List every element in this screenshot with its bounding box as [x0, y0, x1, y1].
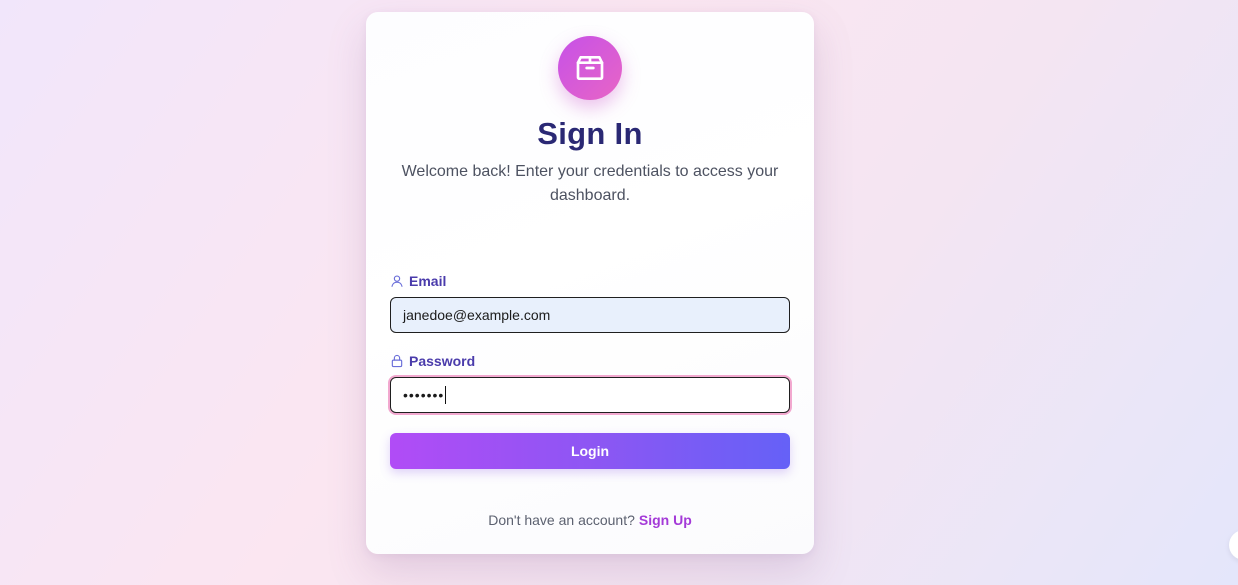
page-subtitle: Welcome back! Enter your credentials to … [401, 163, 779, 204]
page-title: Sign In [537, 116, 643, 151]
password-field-value: ••••••• [403, 387, 445, 403]
password-label: Password [390, 353, 475, 369]
email-label-text: Email [409, 273, 447, 289]
password-field[interactable]: ••••••• [390, 377, 790, 413]
signup-prompt-text: Don't have an account? [488, 512, 635, 528]
sign-in-card: Sign In Welcome back! Enter your credent… [366, 12, 814, 554]
lock-icon [390, 354, 404, 368]
user-icon [390, 274, 404, 288]
email-label: Email [390, 273, 446, 289]
login-button[interactable]: Login [390, 433, 790, 469]
signup-prompt: Don't have an account? Sign Up [366, 512, 814, 528]
email-field[interactable]: janedoe@example.com [390, 297, 790, 333]
floating-action-button[interactable] [1229, 530, 1238, 560]
signup-link[interactable]: Sign Up [639, 512, 692, 528]
password-label-text: Password [409, 353, 476, 369]
text-caret [445, 386, 447, 404]
package-icon [558, 36, 622, 100]
email-field-value: janedoe@example.com [403, 307, 551, 323]
